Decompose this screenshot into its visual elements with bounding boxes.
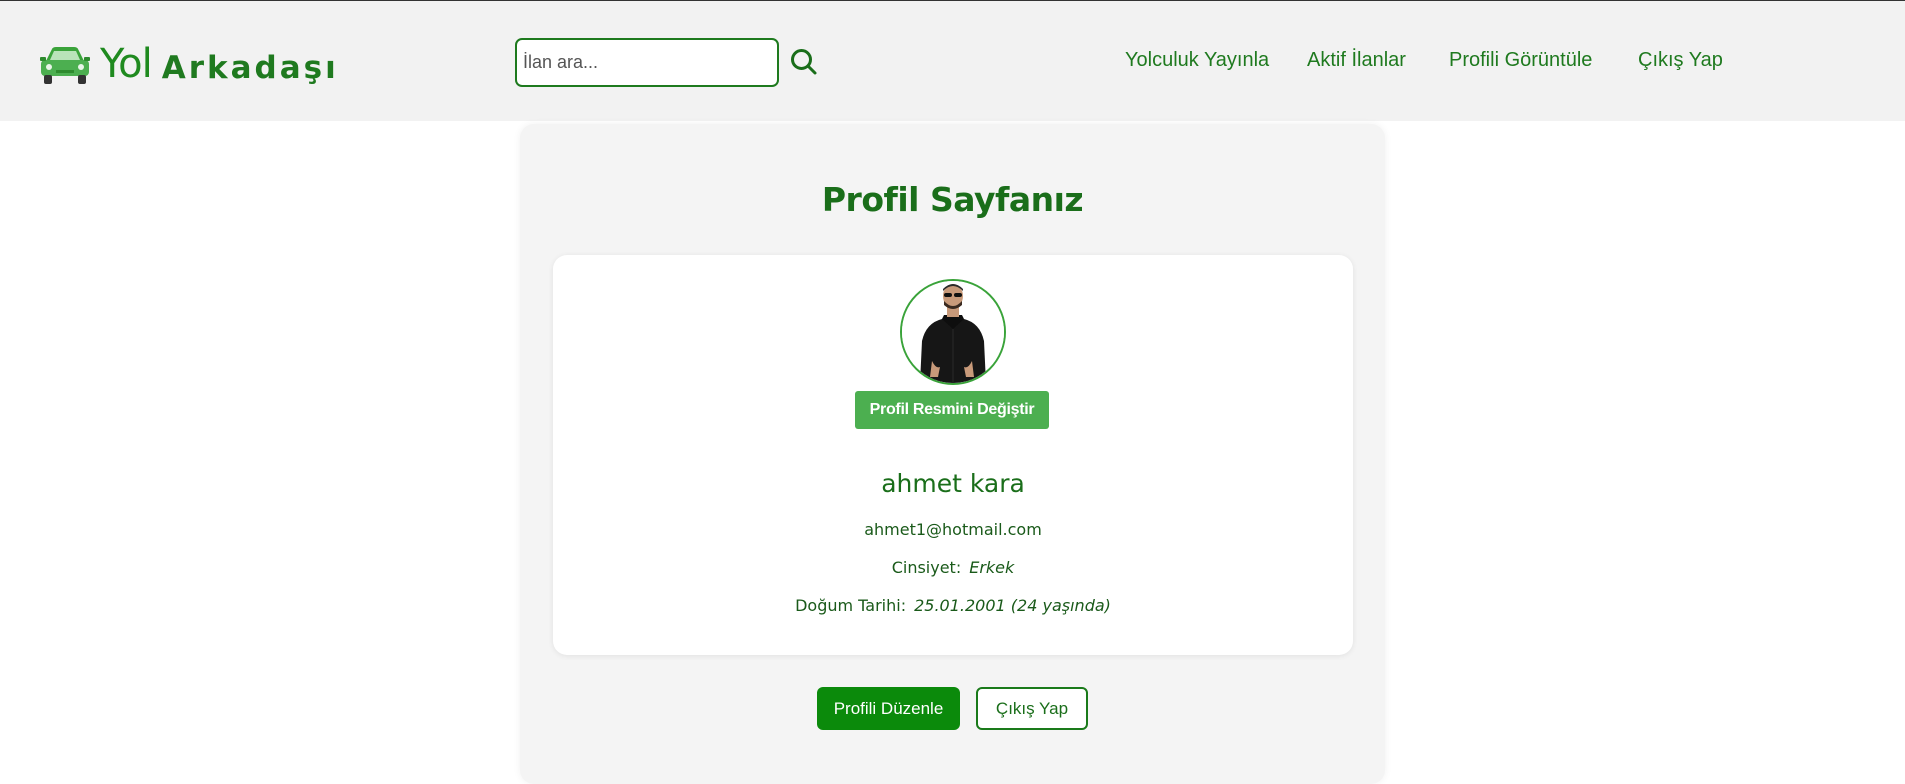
profile-card: Profil Resmini Değiştir ahmet kara ahmet… — [553, 255, 1353, 655]
nav-view-profile[interactable]: Profili Görüntüle — [1449, 49, 1592, 72]
logout-button[interactable]: Çıkış Yap — [976, 687, 1088, 730]
change-photo-button[interactable]: Profil Resmini Değiştir — [855, 391, 1049, 429]
nav-publish-trip[interactable]: Yolculuk Yayınla — [1125, 49, 1269, 72]
user-photo — [902, 281, 1004, 383]
site-header: Yol Arkadaşı Yolculuk Yayınla Aktif İlan… — [0, 1, 1905, 121]
search-icon[interactable] — [789, 47, 819, 77]
avatar — [900, 279, 1006, 385]
gender-value: Erkek — [969, 558, 1015, 577]
birthdate-value: 25.01.2001 (24 yaşında) — [914, 596, 1111, 615]
gender-row: Cinsiyet: Erkek — [553, 558, 1353, 577]
search-input[interactable] — [515, 38, 779, 87]
brand-name-arkadasi: Arkadaşı — [161, 50, 339, 86]
brand-logo[interactable]: Yol Arkadaşı — [38, 39, 339, 89]
car-icon — [40, 47, 90, 84]
edit-profile-button[interactable]: Profili Düzenle — [817, 687, 960, 730]
page-title: Profil Sayfanız — [821, 180, 1084, 219]
user-email: ahmet1@hotmail.com — [864, 520, 1042, 539]
birthdate-row: Doğum Tarihi: 25.01.2001 (24 yaşında) — [553, 596, 1353, 615]
birthdate-label: Doğum Tarihi: — [795, 596, 907, 615]
gender-label: Cinsiyet: — [891, 558, 962, 577]
brand-name-yol: Yol — [100, 41, 153, 87]
nav-active-listings[interactable]: Aktif İlanlar — [1307, 49, 1406, 72]
nav-logout[interactable]: Çıkış Yap — [1638, 49, 1723, 72]
user-name: ahmet kara — [881, 469, 1025, 498]
profile-container: Profil Sayfanız Profil Resmini Değiştir … — [520, 124, 1385, 784]
